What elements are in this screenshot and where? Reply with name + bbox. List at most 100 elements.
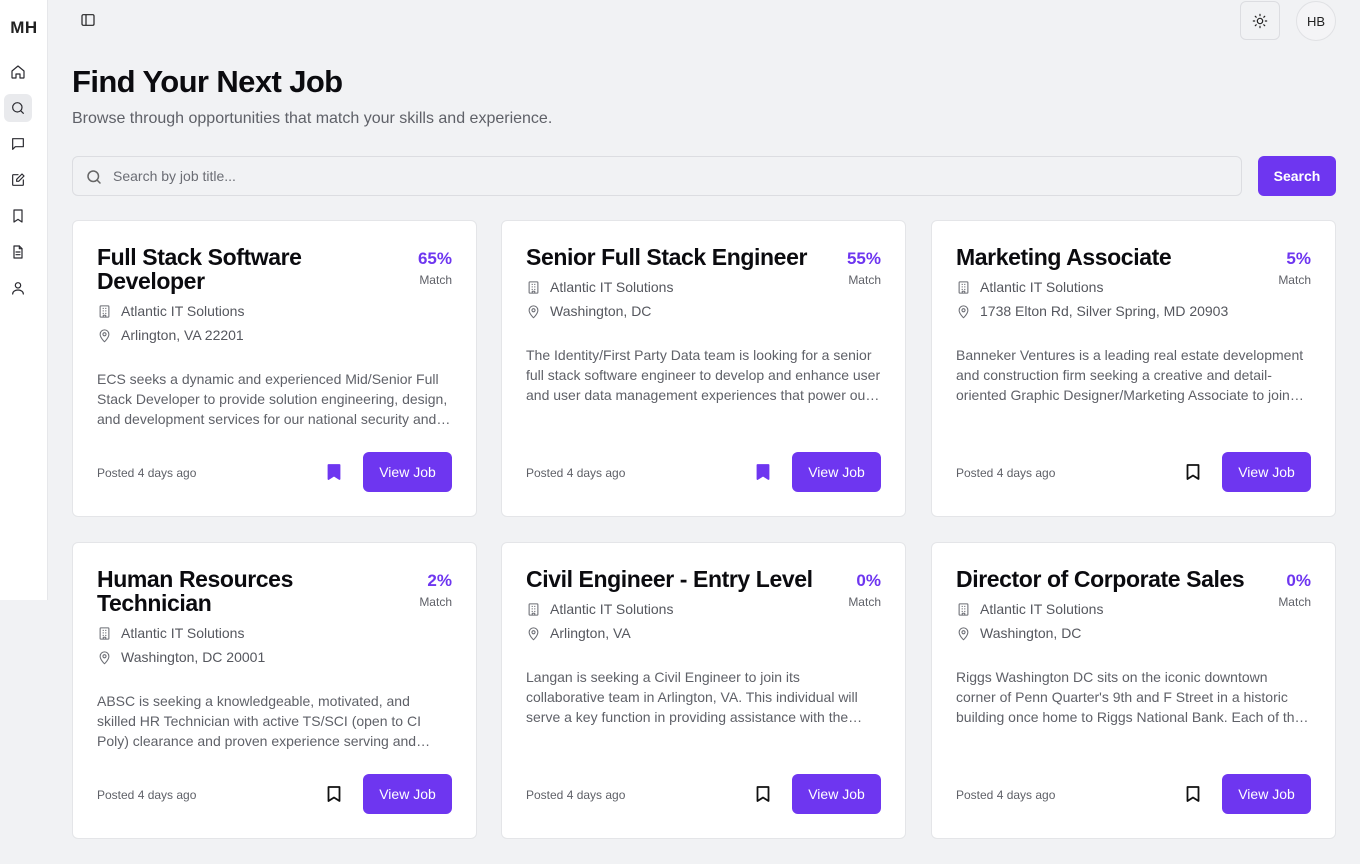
job-title: Civil Engineer - Entry Level	[526, 566, 813, 592]
sidebar-toggle-icon	[81, 14, 95, 26]
sidebar-item-applications[interactable]	[4, 166, 32, 194]
job-location: Arlington, VA 22201	[121, 327, 244, 343]
job-title: Full Stack Software Developer	[97, 244, 302, 294]
map-pin-icon	[958, 626, 969, 640]
save-job-button[interactable]	[327, 464, 343, 480]
job-card: Human Resources Technician 2% Match Atla…	[72, 542, 477, 839]
job-location: Arlington, VA	[550, 625, 631, 641]
job-location: Washington, DC	[550, 303, 652, 319]
location-row: 1738 Elton Rd, Silver Spring, MD 20903	[956, 301, 1316, 321]
save-job-button[interactable]	[1186, 464, 1202, 480]
company-row: Atlantic IT Solutions	[97, 301, 457, 321]
home-icon	[11, 65, 25, 79]
view-job-button[interactable]: View Job	[363, 452, 452, 492]
location-row: Arlington, VA 22201	[97, 325, 457, 345]
map-pin-icon	[528, 626, 539, 640]
job-location: Washington, DC 20001	[121, 649, 266, 665]
posted-date: Posted 4 days ago	[526, 466, 626, 480]
sidebar-item-documents[interactable]	[4, 238, 32, 266]
search-button[interactable]: Search	[1258, 156, 1336, 196]
match-percentage: 0%	[1286, 571, 1311, 590]
building-icon	[528, 280, 539, 294]
job-card: Director of Corporate Sales 0% Match Atl…	[931, 542, 1336, 839]
posted-date: Posted 4 days ago	[956, 466, 1056, 480]
sun-icon	[1252, 13, 1268, 28]
map-pin-icon	[958, 304, 969, 318]
job-location: Washington, DC	[980, 625, 1082, 641]
building-icon	[958, 602, 969, 616]
company-name: Atlantic IT Solutions	[550, 279, 674, 295]
job-card: Civil Engineer - Entry Level 0% Match At…	[501, 542, 906, 839]
job-card: Marketing Associate 5% Match Atlantic IT…	[931, 220, 1336, 517]
sidebar-toggle-button[interactable]	[78, 10, 98, 30]
job-card: Full Stack Software Developer 65% Match …	[72, 220, 477, 517]
bookmark-filled-icon	[327, 464, 341, 480]
company-row: Atlantic IT Solutions	[526, 599, 886, 619]
sidebar-item-messages[interactable]	[4, 130, 32, 158]
job-description: Riggs Washington DC sits on the iconic d…	[956, 669, 1303, 725]
job-description: Banneker Ventures is a leading real esta…	[956, 347, 1304, 403]
job-description: The Identity/First Party Data team is lo…	[526, 347, 881, 403]
view-job-button[interactable]: View Job	[1222, 774, 1311, 814]
sidebar-item-search[interactable]	[4, 94, 32, 122]
save-job-button[interactable]	[756, 464, 772, 480]
posted-date: Posted 4 days ago	[526, 788, 626, 802]
job-title: Director of Corporate Sales	[956, 566, 1245, 592]
match-percentage: 5%	[1286, 249, 1311, 268]
location-row: Washington, DC	[956, 623, 1316, 643]
document-icon	[13, 245, 23, 259]
bookmark-icon	[327, 786, 341, 802]
sidebar-item-home[interactable]	[4, 58, 32, 86]
company-name: Atlantic IT Solutions	[121, 303, 245, 319]
company-name: Atlantic IT Solutions	[980, 601, 1104, 617]
map-pin-icon	[99, 650, 110, 664]
save-job-button[interactable]	[756, 786, 772, 802]
sidebar: MH	[0, 0, 48, 600]
theme-toggle-button[interactable]	[1240, 1, 1280, 40]
map-pin-icon	[528, 304, 539, 318]
save-job-button[interactable]	[327, 786, 343, 802]
job-location: 1738 Elton Rd, Silver Spring, MD 20903	[980, 303, 1229, 319]
avatar[interactable]: HB	[1296, 1, 1336, 41]
view-job-button[interactable]: View Job	[792, 774, 881, 814]
company-name: Atlantic IT Solutions	[980, 279, 1104, 295]
bookmark-icon	[13, 209, 23, 223]
company-row: Atlantic IT Solutions	[956, 277, 1316, 297]
posted-date: Posted 4 days ago	[97, 466, 197, 480]
location-row: Arlington, VA	[526, 623, 886, 643]
posted-date: Posted 4 days ago	[956, 788, 1056, 802]
sidebar-item-saved[interactable]	[4, 202, 32, 230]
location-row: Washington, DC 20001	[97, 647, 457, 667]
page-title: Find Your Next Job	[72, 64, 343, 99]
page-subtitle: Browse through opportunities that match …	[72, 110, 553, 127]
search-icon	[87, 170, 101, 184]
match-percentage: 2%	[427, 571, 452, 590]
edit-icon	[12, 173, 25, 186]
match-percentage: 65%	[417, 249, 452, 268]
company-row: Atlantic IT Solutions	[526, 277, 886, 297]
bookmark-icon	[1186, 464, 1200, 480]
view-job-button[interactable]: View Job	[363, 774, 452, 814]
view-job-button[interactable]: View Job	[792, 452, 881, 492]
sidebar-item-profile[interactable]	[4, 274, 32, 302]
company-name: Atlantic IT Solutions	[121, 625, 245, 641]
match-percentage: 55%	[846, 249, 881, 268]
job-description: ECS seeks a dynamic and experienced Mid/…	[97, 371, 448, 427]
job-description: ABSC is seeking a knowledgeable, motivat…	[97, 693, 421, 749]
save-job-button[interactable]	[1186, 786, 1202, 802]
job-description: Langan is seeking a Civil Engineer to jo…	[526, 669, 858, 725]
building-icon	[958, 280, 969, 294]
building-icon	[99, 304, 110, 318]
company-row: Atlantic IT Solutions	[956, 599, 1316, 619]
bookmark-icon	[756, 786, 770, 802]
location-row: Washington, DC	[526, 301, 886, 321]
job-title: Senior Full Stack Engineer	[526, 244, 808, 270]
search-input[interactable]	[113, 157, 1233, 195]
posted-date: Posted 4 days ago	[97, 788, 197, 802]
company-row: Atlantic IT Solutions	[97, 623, 457, 643]
match-percentage: 0%	[856, 571, 881, 590]
building-icon	[528, 602, 539, 616]
view-job-button[interactable]: View Job	[1222, 452, 1311, 492]
job-card: Senior Full Stack Engineer 55% Match Atl…	[501, 220, 906, 517]
app-logo: MH	[10, 18, 38, 37]
